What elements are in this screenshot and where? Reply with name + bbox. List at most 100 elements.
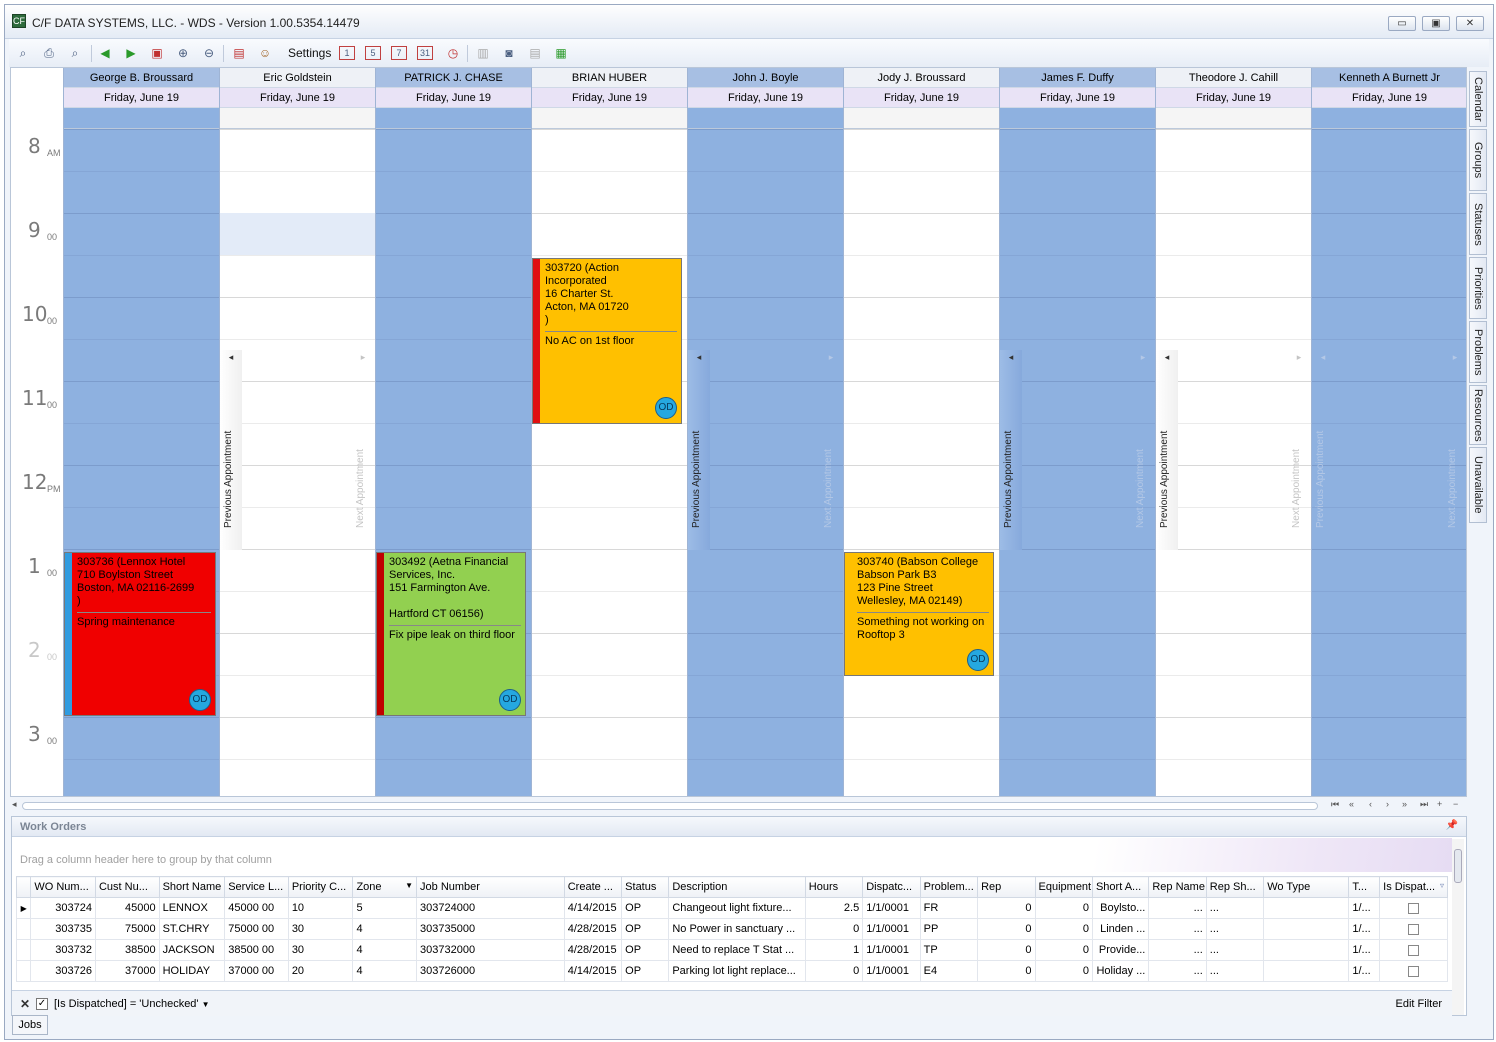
all-day-area[interactable] [1000, 108, 1155, 129]
appointment-303720[interactable]: 303720 (Action Incorporated 16 Charter S… [532, 258, 682, 424]
all-day-area[interactable] [532, 108, 687, 129]
add-resource-button[interactable]: + [1437, 799, 1442, 809]
resource-header[interactable]: Kenneth A Burnett Jr [1312, 68, 1466, 88]
next-appointment-button[interactable]: ▸ Next Appointment [820, 350, 842, 550]
table-row[interactable]: ▶ 303724 45000 LENNOX 45000 00 10 5 303724000 4/… [15, 897, 1448, 919]
export-icon[interactable]: ▦ [551, 43, 571, 63]
next-appointment-button[interactable]: ▸ Next Appointment [1444, 350, 1466, 550]
col-dispatch[interactable]: Dispatc... [862, 876, 921, 898]
col-hours[interactable]: Hours [804, 876, 864, 898]
col-rep-short[interactable]: Rep Sh... [1205, 876, 1265, 898]
all-day-area[interactable] [688, 108, 843, 129]
last-resource-button[interactable]: ⏭ [1420, 799, 1428, 810]
col-create-date[interactable]: Create ... [563, 876, 623, 898]
col-short-name[interactable]: Short Name [158, 876, 226, 898]
resource-header[interactable]: PATRICK J. CHASE [376, 68, 531, 88]
col-rep-name[interactable]: Rep Name [1148, 876, 1207, 898]
col-status[interactable]: Status [621, 876, 670, 898]
table-cell[interactable]: No Power in sanctuary ... [668, 918, 806, 940]
table-cell[interactable]: Changeout light fixture... [668, 897, 806, 919]
table-cell[interactable]: Parking lot light replace... [668, 960, 806, 982]
resource-header[interactable]: John J. Boyle [688, 68, 843, 88]
month-view-icon[interactable]: 31 [417, 46, 433, 60]
col-priority[interactable]: Priority C... [287, 876, 354, 898]
resource-column[interactable]: BRIAN HUBER Friday, June 19 303720 (Acti… [531, 68, 687, 796]
table-cell[interactable]: ... [1205, 918, 1265, 940]
resource-column[interactable]: PATRICK J. CHASE Friday, June 19 303492 … [375, 68, 531, 796]
table-cell[interactable]: 303735000 [416, 918, 565, 940]
is-dispatched-checkbox[interactable] [1408, 965, 1420, 977]
col-rep[interactable]: Rep [977, 876, 1036, 898]
table-cell[interactable]: 0 [977, 897, 1036, 919]
table-cell[interactable] [1263, 960, 1350, 982]
table-cell[interactable]: 0 [1034, 960, 1093, 982]
table-cell[interactable]: Provide... [1091, 939, 1150, 961]
previous-appointment-button[interactable]: ◂ Previous Appointment [688, 350, 710, 550]
filter-expression[interactable]: [Is Dispatched] = 'Unchecked' ▼ [54, 998, 210, 1010]
appointment-303740[interactable]: 303740 (Babson College Babson Park B3 12… [844, 552, 994, 676]
table-cell[interactable]: 4 [352, 939, 418, 961]
find-icon[interactable]: ⌕ [65, 43, 85, 63]
scroll-track[interactable] [22, 802, 1318, 810]
col-cust-number[interactable]: Cust Nu... [94, 876, 160, 898]
table-cell[interactable]: 0 [1034, 939, 1093, 961]
table-cell[interactable]: ... [1148, 960, 1207, 982]
resource-header[interactable]: Eric Goldstein [220, 68, 375, 88]
table-cell[interactable] [1263, 939, 1350, 961]
all-day-area[interactable] [1312, 108, 1466, 129]
resource-column[interactable]: James F. Duffy Friday, June 19 ◂ Previou… [999, 68, 1155, 796]
table-cell[interactable]: 4/28/2015 [563, 939, 623, 961]
table-cell[interactable]: ... [1205, 939, 1265, 961]
day-view-icon[interactable]: 1 [339, 46, 355, 60]
vertical-scrollbar[interactable] [1452, 839, 1464, 1015]
table-cell[interactable]: PP [919, 918, 979, 940]
camera-icon[interactable]: ◙ [499, 43, 519, 63]
scroll-left-icon[interactable]: ◂ [12, 799, 17, 810]
is-dispatched-cell[interactable] [1379, 918, 1448, 940]
zoom-out-icon[interactable]: ⊖ [199, 43, 219, 63]
table-cell[interactable]: 0 [804, 918, 864, 940]
resource-header[interactable]: James F. Duffy [1000, 68, 1155, 88]
is-dispatched-checkbox[interactable] [1408, 944, 1420, 956]
filter-enabled-checkbox[interactable]: ✓ [36, 998, 48, 1010]
col-description[interactable]: Description [668, 876, 806, 898]
resource-column[interactable]: John J. Boyle Friday, June 19 ◂ Previous… [687, 68, 843, 796]
table-cell[interactable]: ... [1148, 939, 1207, 961]
side-tab-resources[interactable]: Resources [1469, 385, 1487, 445]
col-zone[interactable]: Zone ▼ [352, 876, 418, 898]
table-row[interactable]: 303726 37000 HOLIDAY 37000 00 20 4 303726000 4/… [15, 960, 1448, 982]
maximize-button[interactable]: ▣ [1422, 16, 1450, 31]
table-cell[interactable]: 1/... [1348, 897, 1381, 919]
table-cell[interactable]: LENNOX [158, 897, 226, 919]
side-tab-unavailable[interactable]: Unavailable [1469, 447, 1487, 523]
next-page-button[interactable]: » [1402, 799, 1407, 809]
resource-header[interactable]: Theodore J. Cahill [1156, 68, 1311, 88]
table-cell[interactable]: 1/... [1348, 960, 1381, 982]
table-cell[interactable]: 1/... [1348, 918, 1381, 940]
side-tab-statuses[interactable]: Statuses [1469, 193, 1487, 255]
table-cell[interactable]: 2.5 [804, 897, 864, 919]
col-is-dispatched[interactable]: Is Dispat... ▿ [1379, 876, 1448, 898]
table-cell[interactable]: 0 [977, 939, 1036, 961]
table-cell[interactable]: HOLIDAY [158, 960, 226, 982]
horizontal-scrollbar[interactable]: ◂ ⏮ « ‹ › » ⏭ + − [10, 798, 1467, 814]
all-day-area[interactable] [844, 108, 999, 129]
selected-time-cell[interactable] [220, 213, 376, 255]
table-cell[interactable]: 303724000 [416, 897, 565, 919]
table-cell[interactable]: 0 [977, 918, 1036, 940]
table-cell[interactable]: 4/14/2015 [563, 960, 623, 982]
table-cell[interactable]: ... [1205, 960, 1265, 982]
table-cell[interactable]: 0 [977, 960, 1036, 982]
appointment-303736[interactable]: 303736 (Lennox Hotel 710 Boylston Street… [64, 552, 216, 716]
previous-appointment-button[interactable]: ◂ Previous Appointment [1312, 350, 1334, 550]
work-week-view-icon[interactable]: 5 [365, 46, 381, 60]
first-resource-button[interactable]: ⏮ [1331, 799, 1339, 810]
table-cell[interactable]: 4 [352, 960, 418, 982]
table-cell[interactable]: 0 [1034, 918, 1093, 940]
col-service-location[interactable]: Service L... [224, 876, 289, 898]
all-day-area[interactable] [1156, 108, 1311, 129]
resource-column[interactable]: George B. Broussard Friday, June 19 3037… [63, 68, 219, 796]
is-dispatched-cell[interactable] [1379, 897, 1448, 919]
table-cell[interactable]: 30 [287, 918, 354, 940]
week-view-icon[interactable]: 7 [391, 46, 407, 60]
